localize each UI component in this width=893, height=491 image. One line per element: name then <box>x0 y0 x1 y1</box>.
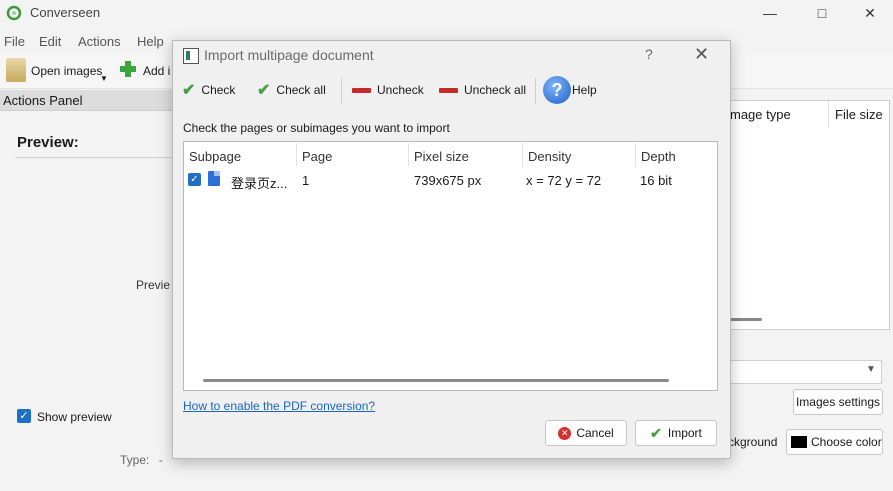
uncheck-icon <box>352 87 371 93</box>
check-icon: ✔ <box>182 82 196 99</box>
import-label: Import <box>667 426 702 440</box>
cell-pixel-size[interactable]: 739x675 px <box>414 173 481 188</box>
import-button[interactable]: ✔ Import <box>635 420 717 446</box>
maximize-icon[interactable]: □ <box>799 0 845 26</box>
images-settings-button[interactable]: Images settings <box>793 389 883 415</box>
column-depth[interactable]: Depth <box>641 149 676 164</box>
menu-help[interactable]: Help <box>137 34 164 49</box>
open-images-dropdown-icon[interactable]: ▼ <box>100 74 108 83</box>
uncheck-all-icon <box>439 87 458 93</box>
column-file-size[interactable]: File size <box>835 107 883 122</box>
check-label: Check <box>201 83 236 97</box>
choose-color-button[interactable]: Choose color <box>786 429 883 455</box>
dialog-close-icon[interactable]: ✕ <box>694 44 709 65</box>
toolbar-separator <box>341 78 342 104</box>
uncheck-all-button[interactable]: Uncheck all <box>439 80 526 100</box>
uncheck-button[interactable]: Uncheck <box>352 80 424 100</box>
background-label: ckground <box>728 435 778 449</box>
column-image-type[interactable]: mage type <box>730 107 791 122</box>
cell-page[interactable]: 1 <box>302 173 309 188</box>
actions-panel-title: Actions Panel <box>3 93 83 108</box>
image-list[interactable] <box>728 100 890 330</box>
column-subpage[interactable]: Subpage <box>189 149 241 164</box>
cell-subpage[interactable]: 登录页z... <box>231 173 287 192</box>
cancel-icon: ✕ <box>558 426 572 440</box>
minimize-icon[interactable]: — <box>747 0 793 26</box>
color-swatch <box>791 436 807 448</box>
column-divider <box>828 101 829 127</box>
menu-file[interactable]: File <box>4 34 25 49</box>
image-list-scrollbar[interactable] <box>730 318 762 321</box>
check-button[interactable]: ✔ Check <box>182 80 235 100</box>
add-images-icon[interactable] <box>119 60 137 78</box>
column-density[interactable]: Density <box>528 149 571 164</box>
uncheck-label: Uncheck <box>377 83 424 97</box>
pdf-conversion-link[interactable]: How to enable the PDF conversion? <box>183 399 375 413</box>
dialog-title: Import multipage document <box>204 47 374 63</box>
menu-actions[interactable]: Actions <box>78 34 121 49</box>
check-all-icon: ✔ <box>257 82 271 99</box>
column-divider <box>296 143 297 167</box>
converseen-logo-icon <box>6 5 22 21</box>
document-icon-fold <box>214 171 220 176</box>
format-select[interactable] <box>728 360 882 384</box>
open-images-icon[interactable] <box>6 58 26 82</box>
help-button[interactable]: Help <box>572 83 597 97</box>
app-title: Converseen <box>30 5 101 20</box>
type-label: Type: - <box>120 453 163 467</box>
column-divider <box>408 143 409 167</box>
preview-caption: Previe <box>136 278 171 292</box>
toolbar-separator <box>535 78 536 104</box>
cancel-button[interactable]: ✕ Cancel <box>545 420 627 446</box>
menu-edit[interactable]: Edit <box>39 34 61 49</box>
add-images-button[interactable]: Add i <box>143 64 170 78</box>
help-icon[interactable]: ? <box>543 76 571 104</box>
column-page[interactable]: Page <box>302 149 332 164</box>
table-horizontal-scrollbar[interactable] <box>203 379 669 382</box>
instruction-text: Check the pages or subimages you want to… <box>183 121 450 135</box>
show-preview-label[interactable]: Show preview <box>37 410 112 424</box>
cell-depth[interactable]: 16 bit <box>640 173 672 188</box>
check-all-button[interactable]: ✔ Check all <box>257 80 326 100</box>
preview-divider <box>15 157 172 158</box>
column-divider <box>522 143 523 167</box>
dialog-window-icon-detail <box>186 51 190 60</box>
check-all-label: Check all <box>276 83 326 97</box>
preview-heading: Preview: <box>17 134 79 151</box>
chevron-down-icon[interactable]: ▼ <box>866 364 876 375</box>
column-divider <box>635 143 636 167</box>
column-pixel-size[interactable]: Pixel size <box>414 149 469 164</box>
show-preview-checkbox[interactable]: ✓ <box>17 409 31 423</box>
uncheck-all-label: Uncheck all <box>464 83 527 97</box>
import-check-icon: ✔ <box>650 424 662 441</box>
close-window-icon[interactable]: ✕ <box>847 0 893 26</box>
row-checkbox[interactable]: ✓ <box>188 173 201 186</box>
choose-color-label: Choose color <box>811 435 882 449</box>
open-images-button[interactable]: Open images <box>31 64 102 78</box>
dialog-help-icon[interactable]: ? <box>645 46 653 62</box>
cell-density[interactable]: x = 72 y = 72 <box>526 173 601 188</box>
cancel-label: Cancel <box>576 426 614 440</box>
